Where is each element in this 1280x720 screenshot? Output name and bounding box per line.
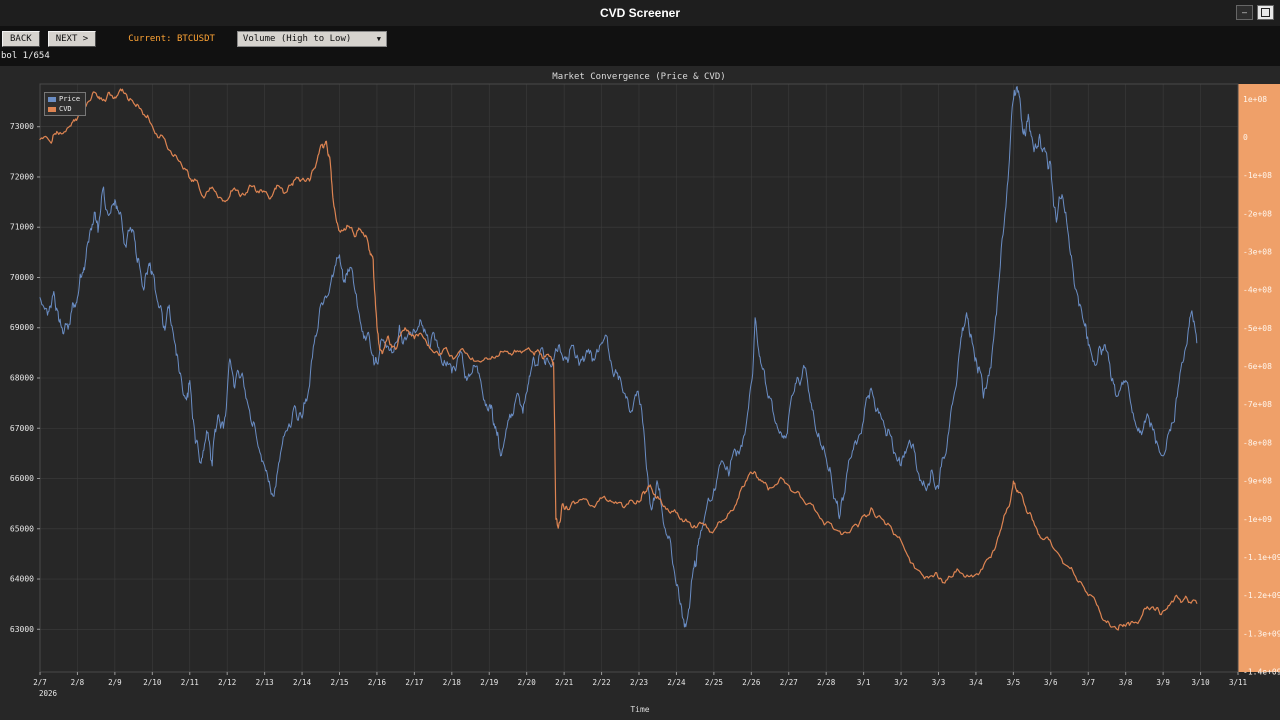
- right-tick-label: -1.3e+09: [1243, 629, 1280, 638]
- cvd-swatch-icon: [48, 106, 56, 112]
- right-tick-label: -7e+08: [1243, 400, 1272, 409]
- cvd-series-line: [39, 88, 1198, 631]
- back-button[interactable]: BACK: [2, 31, 40, 47]
- x-tick-label: 3/7: [1081, 678, 1095, 687]
- x-tick-label: 3/5: [1007, 678, 1021, 687]
- right-tick-label: -3e+08: [1243, 248, 1272, 257]
- left-tick-label: 73000: [10, 122, 34, 131]
- legend-label-cvd: CVD: [59, 105, 72, 113]
- right-tick-label: -9e+08: [1243, 477, 1272, 486]
- x-tick-label: 3/2: [894, 678, 908, 687]
- x-tick-label: 3/1: [857, 678, 871, 687]
- x-tick-label: 2/28: [817, 678, 836, 687]
- left-tick-label: 63000: [10, 625, 34, 634]
- left-tick-label: 64000: [10, 575, 34, 584]
- right-tick-label: -1e+09: [1243, 515, 1272, 524]
- left-tick-label: 68000: [10, 374, 34, 383]
- current-symbol: BTCUSDT: [176, 34, 215, 44]
- current-label: Current:: [128, 34, 172, 44]
- maximize-button[interactable]: [1257, 5, 1274, 20]
- x-tick-label: 3/6: [1044, 678, 1058, 687]
- right-tick-label: -1.1e+09: [1243, 553, 1280, 562]
- left-tick-label: 69000: [10, 323, 34, 332]
- x-tick-label: 2/24: [667, 678, 686, 687]
- chart-canvas: 63000 64000 65000 66000 67000 68000 69000 70000…: [10, 83, 1280, 698]
- window-title: CVD Screener: [599, 6, 681, 20]
- x-tick-label: 2/22: [593, 678, 611, 687]
- price-series-line: [39, 86, 1198, 628]
- x-tick-label: 2/18: [443, 678, 462, 687]
- x-tick-label: 2/17: [405, 678, 423, 687]
- left-tick-label: 66000: [10, 474, 34, 483]
- minimize-button[interactable]: –: [1236, 5, 1253, 20]
- price-swatch-icon: [48, 96, 56, 102]
- current-symbol-text: Current: BTCUSDT: [128, 34, 215, 44]
- x-tick-label: 3/3: [932, 678, 946, 687]
- x-tick-label: 2/26: [742, 678, 761, 687]
- legend-item-price: Price: [48, 95, 80, 103]
- x-tick-label: 2/7: [33, 678, 47, 687]
- x-tick-label: 2/10: [143, 678, 162, 687]
- x-tick-label: 2/25: [705, 678, 723, 687]
- x-tick-label: 2/20: [518, 678, 537, 687]
- right-tick-label: 0: [1243, 133, 1248, 142]
- title-bar: CVD Screener –: [0, 0, 1280, 26]
- right-tick-label: -6e+08: [1243, 362, 1272, 371]
- x-tick-label: 2/23: [630, 678, 648, 687]
- right-tick-label: -5e+08: [1243, 324, 1272, 333]
- x-tick-label: 2/21: [555, 678, 573, 687]
- right-tick-label: -8e+08: [1243, 438, 1272, 447]
- legend-label-price: Price: [59, 95, 81, 103]
- right-tick-label: -1e+08: [1243, 171, 1272, 180]
- legend-item-cvd: CVD: [48, 105, 80, 113]
- sort-dropdown-value: Volume (High to Low): [242, 34, 352, 44]
- right-tick-label: -1.2e+09: [1243, 591, 1280, 600]
- right-tick-label: -2e+08: [1243, 209, 1272, 218]
- chart-figure: Market Convergence (Price & CVD) 63000 64…: [0, 66, 1280, 720]
- x-tick-label: 2/14: [293, 678, 312, 687]
- x-tick-label: 2/8: [71, 678, 85, 687]
- left-tick-label: 70000: [10, 273, 34, 282]
- window-controls: –: [1236, 5, 1274, 20]
- chevron-down-icon: ▼: [376, 35, 381, 43]
- sort-dropdown[interactable]: Volume (High to Low) ▼: [236, 31, 387, 47]
- maximize-icon: [1261, 8, 1270, 17]
- left-tick-label: 67000: [10, 424, 34, 433]
- symbol-counter: bol 1/654: [1, 51, 50, 61]
- x-tick-label: 2/27: [780, 678, 798, 687]
- right-tick-label: -1.4e+09: [1243, 668, 1280, 677]
- x-tick-label: 3/4: [969, 678, 983, 687]
- x-axis-label: Time: [630, 705, 650, 714]
- x-axis-year-label: 2026: [39, 689, 58, 698]
- right-tick-label: 1e+08: [1243, 95, 1267, 104]
- toolbar: BACK NEXT > Current: BTCUSDT Volume (Hig…: [2, 30, 387, 48]
- x-tick-label: 3/9: [1156, 678, 1170, 687]
- chart-legend[interactable]: Price CVD: [44, 92, 87, 116]
- x-tick-label: 3/10: [1192, 678, 1211, 687]
- right-tick-label: -4e+08: [1243, 286, 1272, 295]
- x-tick-label: 3/8: [1119, 678, 1133, 687]
- left-tick-label: 71000: [10, 223, 34, 232]
- left-tick-label: 72000: [10, 172, 34, 181]
- x-tick-label: 2/15: [330, 678, 348, 687]
- left-tick-label: 65000: [10, 524, 34, 533]
- x-tick-label: 3/11: [1229, 678, 1247, 687]
- x-tick-label: 2/9: [108, 678, 122, 687]
- x-tick-label: 2/11: [181, 678, 199, 687]
- x-tick-label: 2/19: [480, 678, 498, 687]
- x-tick-label: 2/13: [256, 678, 274, 687]
- x-tick-label: 2/16: [368, 678, 387, 687]
- x-tick-label: 2/12: [218, 678, 236, 687]
- next-button[interactable]: NEXT >: [47, 31, 97, 47]
